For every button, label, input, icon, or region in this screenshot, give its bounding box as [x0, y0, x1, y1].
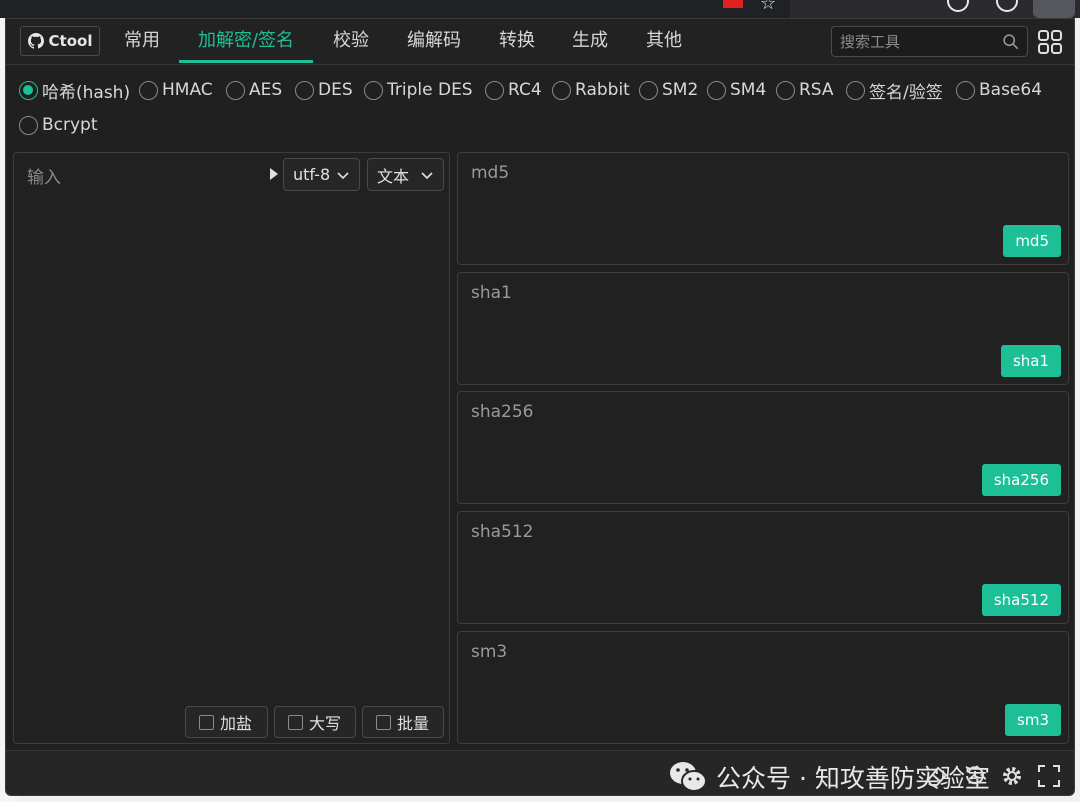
radio-base64[interactable]: Base64 [956, 79, 1042, 101]
radio-aes[interactable]: AES [226, 79, 282, 101]
eraser-icon[interactable] [924, 763, 950, 789]
search-box [831, 26, 1028, 57]
radio-label: 哈希(hash) [42, 82, 131, 103]
radio-label: HMAC [162, 80, 213, 100]
radio-label: SM4 [730, 80, 767, 100]
tab-encode[interactable]: 编解码 [399, 19, 469, 63]
github-icon [27, 33, 44, 49]
radio-label: Base64 [979, 80, 1043, 100]
history-icon[interactable] [962, 763, 988, 789]
sha256-button[interactable]: sha256 [981, 464, 1061, 496]
extension-active-icon[interactable] [1033, 0, 1075, 18]
radio-hash[interactable]: 哈希(hash) [19, 79, 131, 103]
checkbox-box [376, 714, 391, 730]
output-label: sm3 [471, 642, 508, 662]
ctool-logo-button[interactable]: Ctool [20, 26, 100, 56]
tab-convert[interactable]: 转换 [492, 19, 542, 63]
active-tab-indicator [179, 60, 313, 63]
output-sm3[interactable]: sm3 sm3 [457, 631, 1069, 744]
radio-dot [552, 80, 571, 100]
tab-generate[interactable]: 生成 [565, 19, 615, 63]
radio-dot [485, 80, 504, 100]
bookmark-star-icon[interactable]: ☆ [760, 0, 776, 14]
input-type-value: 文本 [377, 166, 410, 186]
output-label: sha256 [471, 402, 534, 422]
radio-dot [295, 80, 314, 100]
md5-button[interactable]: md5 [1003, 225, 1061, 257]
checkbox-label: 加盐 [220, 714, 253, 733]
radio-label: RC4 [508, 80, 542, 100]
radio-rsa[interactable]: RSA [776, 79, 834, 101]
output-sha512[interactable]: sha512 sha512 [457, 511, 1069, 624]
batch-checkbox[interactable]: 批量 [362, 706, 444, 738]
input-placeholder: 输入 [27, 168, 61, 188]
output-md5[interactable]: md5 md5 [457, 152, 1069, 265]
radio-des[interactable]: DES [295, 79, 353, 101]
input-textarea[interactable]: 输入 utf-8 文本 加盐 大写 批量 [13, 152, 450, 744]
search-input[interactable] [840, 31, 1000, 53]
radio-dot [956, 80, 975, 100]
radio-rabbit[interactable]: Rabbit [552, 79, 630, 101]
checkbox-label: 大写 [309, 714, 342, 733]
browser-toolbar: ☆ [0, 0, 1080, 18]
radio-dot [707, 80, 726, 100]
tab-other[interactable]: 其他 [639, 19, 689, 63]
uppercase-checkbox[interactable]: 大写 [274, 706, 356, 738]
wechat-icon [670, 762, 707, 792]
radio-sm4[interactable]: SM4 [707, 79, 766, 101]
radio-sm2[interactable]: SM2 [639, 79, 698, 101]
sha512-button[interactable]: sha512 [981, 584, 1061, 616]
tab-crypto[interactable]: 加解密/签名 [179, 19, 313, 63]
radio-sign-verify[interactable]: 签名/验签 [846, 79, 943, 103]
radio-rc4[interactable]: RC4 [485, 79, 542, 101]
radio-label: Triple DES [387, 80, 473, 100]
footer-bar: 公众号 · 知攻善防实验室 [6, 750, 1074, 795]
radio-dot [139, 80, 158, 100]
top-nav: Ctool 常用 加解密/签名 校验 编解码 转换 生成 其他 [6, 19, 1074, 65]
radio-bcrypt[interactable]: Bcrypt [19, 114, 98, 136]
output-label: sha1 [471, 283, 512, 303]
radio-label: Rabbit [575, 80, 630, 100]
tab-common[interactable]: 常用 [117, 19, 167, 63]
output-label: md5 [471, 163, 510, 183]
output-label: sha512 [471, 522, 534, 542]
ctool-popup: Ctool 常用 加解密/签名 校验 编解码 转换 生成 其他 哈希(hash) [5, 18, 1075, 796]
checkbox-label: 批量 [397, 714, 430, 733]
checkbox-box [199, 714, 214, 730]
tab-verify[interactable]: 校验 [326, 19, 376, 63]
input-type-select[interactable]: 文本 [367, 158, 444, 191]
chevron-down-icon [421, 172, 433, 180]
radio-dot [19, 80, 38, 100]
extension-icon[interactable] [723, 0, 743, 8]
salt-checkbox[interactable]: 加盐 [185, 706, 268, 738]
encoding-select[interactable]: utf-8 [283, 158, 360, 191]
logo-label: Ctool [48, 32, 93, 50]
radio-label: DES [318, 80, 353, 100]
radio-dot [846, 80, 865, 100]
sha1-button[interactable]: sha1 [1000, 345, 1061, 377]
radio-label: SM2 [662, 80, 699, 100]
encoding-value: utf-8 [293, 165, 331, 184]
radio-dot [19, 115, 38, 135]
checkbox-box [288, 714, 303, 730]
radio-label: 签名/验签 [869, 82, 943, 103]
radio-dot [639, 80, 658, 100]
play-triangle-icon[interactable] [270, 168, 278, 180]
radio-dot [364, 80, 383, 100]
radio-triple-des[interactable]: Triple DES [364, 79, 473, 101]
grid-menu-icon[interactable] [1037, 29, 1063, 55]
radio-dot [226, 80, 245, 100]
radio-hmac[interactable]: HMAC [139, 79, 213, 101]
radio-dot [776, 80, 795, 100]
search-icon[interactable] [1002, 33, 1019, 50]
radio-label: RSA [799, 80, 834, 100]
output-sha256[interactable]: sha256 sha256 [457, 391, 1069, 504]
output-sha1[interactable]: sha1 sha1 [457, 272, 1069, 385]
sm3-button[interactable]: sm3 [1005, 704, 1061, 736]
radio-label: Bcrypt [42, 115, 98, 135]
fullscreen-icon[interactable] [1036, 763, 1062, 789]
chevron-down-icon [337, 172, 349, 180]
gear-icon[interactable] [999, 763, 1025, 789]
radio-label: AES [249, 80, 283, 100]
